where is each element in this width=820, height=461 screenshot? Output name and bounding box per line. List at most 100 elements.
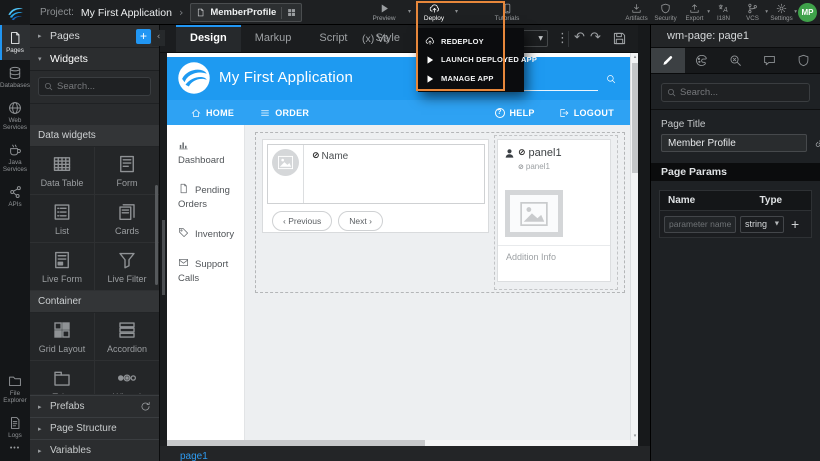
select-caret-icon: ▼ (538, 35, 543, 42)
app-sidebar-item-dashboard[interactable]: Dashboard (178, 139, 236, 168)
widget-search-input[interactable] (57, 81, 145, 92)
member-name-field[interactable]: ⊘ Name (304, 145, 348, 203)
app-sidebar-item-support-calls[interactable]: Support Calls (178, 257, 236, 286)
widget-cards[interactable]: Cards (95, 195, 159, 242)
topbar-action-settings[interactable]: Settings▾ (767, 0, 796, 25)
rail-item-web-services[interactable]: Web Services (0, 95, 30, 137)
picture-placeholder[interactable] (505, 190, 563, 237)
deploy-button[interactable]: Deploy ▾ (417, 0, 451, 25)
preview-button[interactable]: Preview ▾ (364, 0, 404, 25)
panel1-header[interactable]: ⊘ panel1 (504, 147, 562, 159)
redo-button[interactable]: ↷ (590, 25, 601, 51)
widget-tabs[interactable]: Tabs (30, 361, 94, 394)
topbar-action-security[interactable]: Security (651, 0, 680, 25)
undo-button[interactable]: ↶ (574, 25, 585, 51)
nav-item-order[interactable]: ORDER (260, 108, 309, 118)
scroll-up-icon[interactable]: ▴ (631, 54, 638, 60)
topbar-action-artifacts[interactable]: Artifacts (622, 0, 651, 25)
tab-security[interactable] (786, 48, 820, 73)
widget-search-box[interactable] (38, 77, 151, 96)
properties-search-box[interactable] (661, 83, 810, 102)
page-title-input[interactable] (661, 134, 807, 152)
panel-scrollbar[interactable] (155, 185, 158, 285)
wavemaker-wave-icon (6, 3, 25, 22)
logdoc-icon (8, 416, 22, 430)
app-sidebar-item-inventory[interactable]: Inventory (178, 227, 236, 242)
widget-accordion[interactable]: Accordion (95, 313, 159, 360)
member-photo-cell[interactable] (268, 145, 304, 203)
canvas-tab-design[interactable]: Design (176, 25, 241, 52)
section-variables[interactable]: ▸Variables (30, 439, 159, 461)
panel1-widget[interactable]: ⊘ panel1 ⊘ panel1 Addition Info (497, 139, 611, 282)
section-prefabs[interactable]: ▸Prefabs (30, 395, 159, 417)
widget-data-table[interactable]: Data Table (30, 147, 94, 194)
deploy-menu-item-launch-deployed-app[interactable]: LAUNCH DEPLOYED APP (418, 51, 524, 69)
widget-groups: Data widgetsData TableFormListCardsLive … (30, 125, 159, 394)
widget-form[interactable]: Form (95, 147, 159, 194)
page-tab-memberprofile[interactable]: MemberProfile (190, 3, 302, 22)
deploy-menu-item-manage-app[interactable]: MANAGE APP (418, 70, 524, 88)
nav-item-logout[interactable]: LOGOUT (559, 108, 614, 118)
add-page-button[interactable]: + (136, 29, 151, 44)
widget-live-filter[interactable]: Live Filter (95, 243, 159, 290)
topbar-action-export[interactable]: Export▾ (680, 0, 709, 25)
design-surface: My First Application HOME ORDER ?HELP LOGO… (160, 53, 638, 440)
tab-properties[interactable] (651, 48, 685, 73)
member-card-widget[interactable]: ⊘ Name ‹ Previous Next › (262, 139, 489, 233)
name-label: Name (322, 151, 349, 162)
widgets-section-header[interactable]: ▾ Widgets (30, 48, 159, 71)
topbar-action-i18n[interactable]: AI18N (709, 0, 738, 25)
widget-live-form[interactable]: Live Form (30, 243, 94, 290)
chevron-down-icon[interactable]: ▾ (455, 8, 458, 15)
canvas-vertical-scrollbar[interactable]: ▴ ▾ (630, 53, 638, 440)
refresh-icon[interactable] (140, 401, 151, 412)
pages-section-header[interactable]: ▸ Pages + (30, 25, 159, 48)
widget-wizard[interactable]: Wizard (95, 361, 159, 394)
ruler-scroll-thumb[interactable] (162, 220, 165, 295)
tab-events[interactable] (719, 48, 753, 73)
widget-list[interactable]: List (30, 195, 94, 242)
bind-link-icon[interactable] (814, 137, 820, 149)
collapse-left-panel-button[interactable]: ‹ (152, 30, 165, 46)
topbar-action-vcs[interactable]: VCS▾ (738, 0, 767, 25)
nav-item-home[interactable]: HOME (191, 108, 234, 118)
rail-item-databases[interactable]: Databases (0, 60, 30, 95)
param-type-select[interactable]: string ▼ (740, 216, 784, 233)
tutorials-button[interactable]: Tutorials (487, 0, 527, 25)
section-page-structure[interactable]: ▸Page Structure (30, 417, 159, 439)
app-sidebar-item-pending-orders[interactable]: Pending Orders (178, 183, 236, 212)
save-button[interactable] (612, 31, 627, 46)
nav-item-help[interactable]: ?HELP (495, 108, 535, 118)
wavemaker-logo[interactable] (0, 0, 30, 25)
param-name-input[interactable] (664, 216, 736, 233)
rail-item-file-explorer[interactable]: File Explorer (0, 368, 30, 410)
next-button[interactable]: Next › (338, 211, 383, 231)
variables-button[interactable]: (x) Va (362, 25, 389, 53)
deploy-menu-item-redeploy[interactable]: REDEPLOY (418, 32, 524, 50)
project-name[interactable]: My First Application (81, 7, 172, 19)
rail-item-pages[interactable]: Pages (0, 25, 30, 60)
app-header[interactable]: My First Application (167, 57, 630, 100)
binding-icon: ⊘ (518, 148, 526, 158)
avatar[interactable]: MP (798, 3, 817, 22)
preview-label: Preview (372, 15, 395, 22)
grid-icon[interactable] (287, 8, 296, 17)
vertical-scroll-thumb[interactable] (632, 63, 638, 173)
previous-button[interactable]: ‹ Previous (272, 211, 332, 231)
tab-dialogs[interactable] (752, 48, 786, 73)
rail-item-logs[interactable]: Logs (0, 410, 30, 445)
more-options-icon[interactable]: ••• (0, 445, 30, 461)
add-param-button[interactable]: + (791, 217, 799, 231)
chevron-down-icon[interactable]: ▾ (408, 8, 411, 15)
widget-grid-layout[interactable]: Grid Layout (30, 313, 94, 360)
rail-item-apis[interactable]: APIs (0, 179, 30, 214)
scroll-down-icon[interactable]: ▾ (631, 433, 638, 439)
tab-styles[interactable] (685, 48, 719, 73)
statusbar-page-tab[interactable]: page1 (180, 449, 208, 461)
search-icon[interactable] (606, 74, 616, 84)
canvas-tab-script[interactable]: Script (305, 25, 361, 52)
properties-search-input[interactable] (680, 87, 804, 98)
rail-item-java-services[interactable]: Java Services (0, 137, 30, 179)
canvas-tab-markup[interactable]: Markup (241, 25, 306, 52)
section-label: Prefabs (50, 401, 84, 412)
